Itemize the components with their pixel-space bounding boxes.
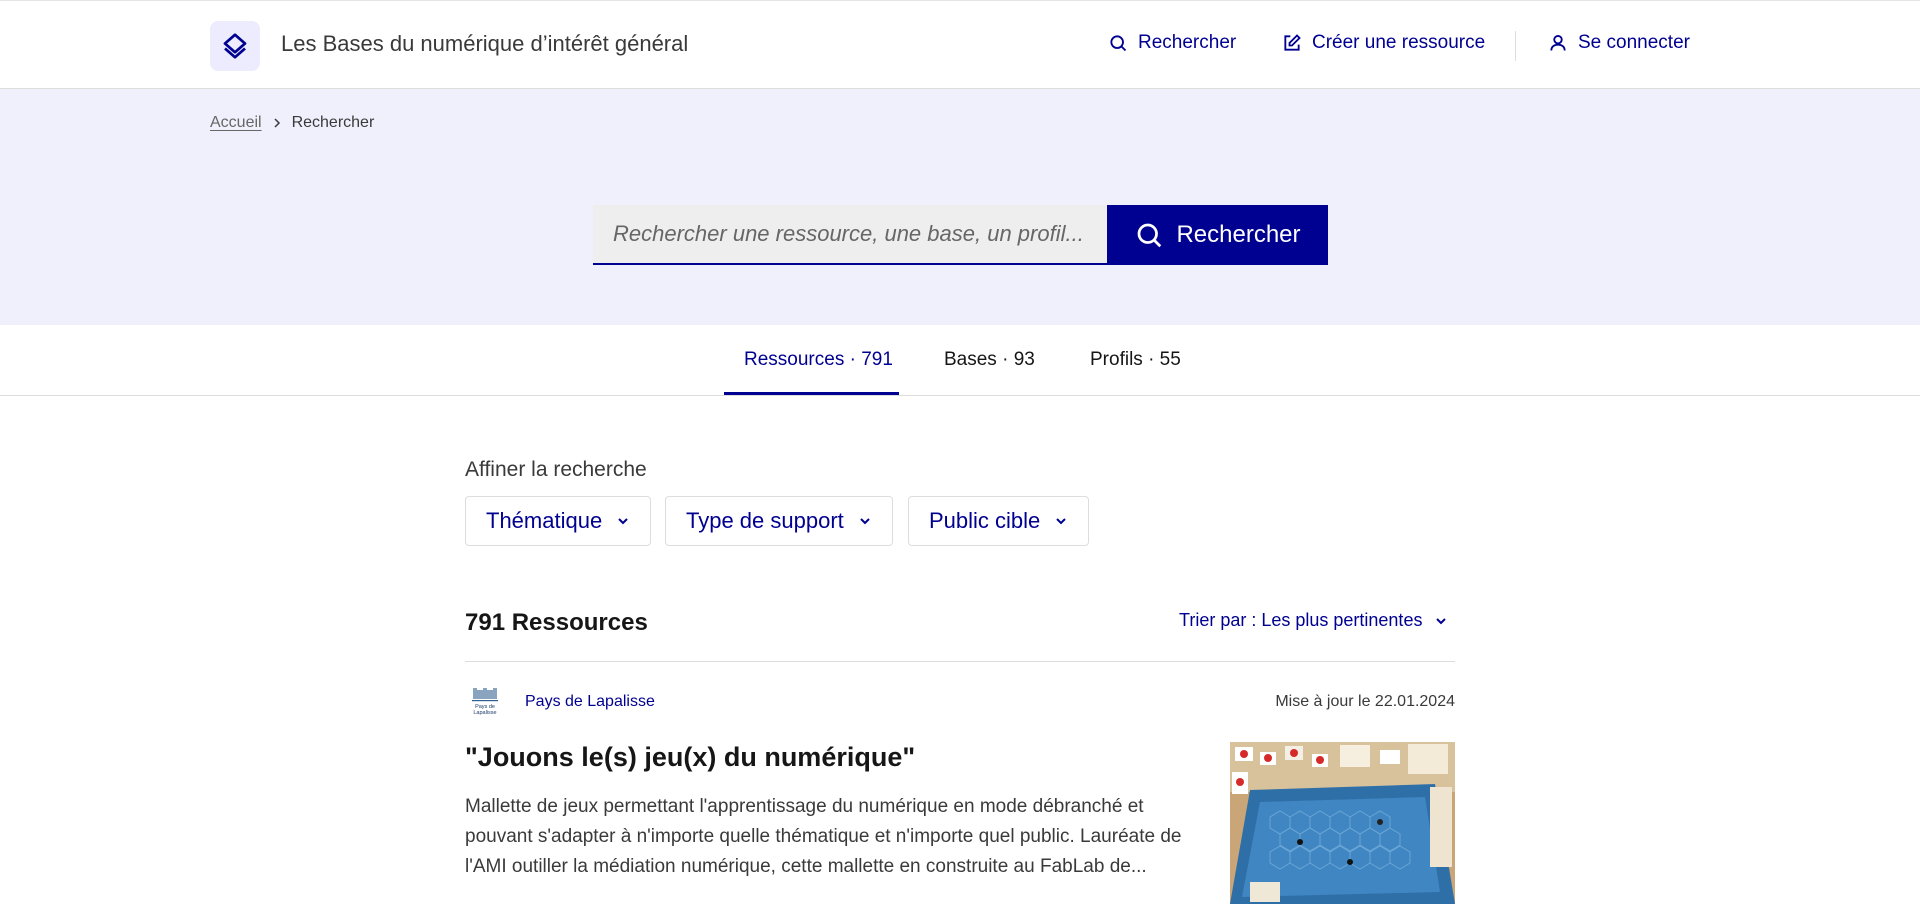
result-tabs: Ressources · 791 Bases · 93 Profils · 55 (0, 325, 1920, 396)
updated-date: Mise à jour le 22.01.2024 (1275, 693, 1455, 710)
resource-description: Mallette de jeux permettant l'apprentiss… (465, 796, 1182, 877)
sort-label: Trier par : Les plus pertinentes (1179, 610, 1423, 630)
chevron-right-icon (274, 118, 280, 128)
search-placeholder: Rechercher une ressource, une base, un p… (613, 221, 1084, 246)
site-header: Les Bases du numérique d’intérêt général… (0, 0, 1920, 89)
results-count: 791 Ressources (465, 609, 648, 636)
layers-icon (223, 33, 247, 59)
base-logo-text-2: Lapalisse (473, 710, 496, 716)
nav-search-label: Rechercher (1138, 32, 1237, 53)
board-game-image (1230, 742, 1455, 904)
sort-dropdown[interactable]: Trier par : Les plus pertinentes (1179, 610, 1448, 631)
chevron-down-icon (860, 518, 870, 525)
user-icon (1550, 35, 1566, 51)
search-icon (1110, 35, 1127, 52)
nav-divider (1515, 31, 1516, 61)
search-button-label: Rechercher (1176, 221, 1301, 248)
base-logo[interactable]: Pays de Lapalisse (469, 686, 501, 718)
search-hero: Accueil Rechercher Rechercher une ressou… (0, 89, 1920, 325)
nav-login-label: Se connecter (1578, 32, 1690, 53)
nav-create-link[interactable]: Créer une ressource (1282, 32, 1485, 54)
filter-public-cible[interactable]: Public cible (908, 496, 1090, 546)
tab-profiles[interactable]: Profils · 55 (1090, 349, 1181, 371)
filter-type-support[interactable]: Type de support (665, 496, 893, 546)
castle-logo-icon: Pays de Lapalisse (472, 688, 498, 716)
site-title[interactable]: Les Bases du numérique d’intérêt général (281, 31, 688, 57)
chevron-down-icon (1436, 617, 1447, 624)
refine-title: Affiner la recherche (465, 458, 647, 481)
nav-search-link[interactable]: Rechercher (1108, 32, 1236, 54)
nav-login-link[interactable]: Se connecter (1548, 32, 1690, 54)
search-button[interactable]: Rechercher (1107, 205, 1328, 265)
tab-resources[interactable]: Ressources · 791 (744, 349, 893, 371)
filter-thematique[interactable]: Thématique (465, 496, 652, 546)
filter-label: Type de support (686, 508, 844, 533)
search-icon (1138, 223, 1162, 248)
breadcrumb: Accueil Rechercher (210, 114, 374, 132)
resource-card: Pays de Lapalisse Pays de Lapalisse Mise… (465, 662, 1455, 922)
site-logo[interactable] (210, 21, 260, 71)
chevron-down-icon (1056, 518, 1066, 525)
edit-icon (1284, 34, 1301, 51)
active-tab-indicator (724, 392, 899, 395)
resource-title[interactable]: "Jouons le(s) jeu(x) du numérique" (465, 742, 915, 773)
breadcrumb-home-link[interactable]: Accueil (210, 114, 262, 132)
breadcrumb-current: Rechercher (291, 114, 375, 131)
filter-label: Thématique (486, 508, 603, 533)
resource-image[interactable] (1230, 742, 1455, 904)
tab-bases[interactable]: Bases · 93 (944, 349, 1035, 371)
search-bar: Rechercher une ressource, une base, un p… (593, 205, 1328, 265)
search-input[interactable]: Rechercher une ressource, une base, un p… (593, 205, 1107, 265)
base-name-link[interactable]: Pays de Lapalisse (525, 693, 655, 711)
filter-label: Public cible (929, 508, 1041, 533)
nav-create-label: Créer une ressource (1312, 32, 1486, 53)
chevron-down-icon (618, 518, 628, 525)
